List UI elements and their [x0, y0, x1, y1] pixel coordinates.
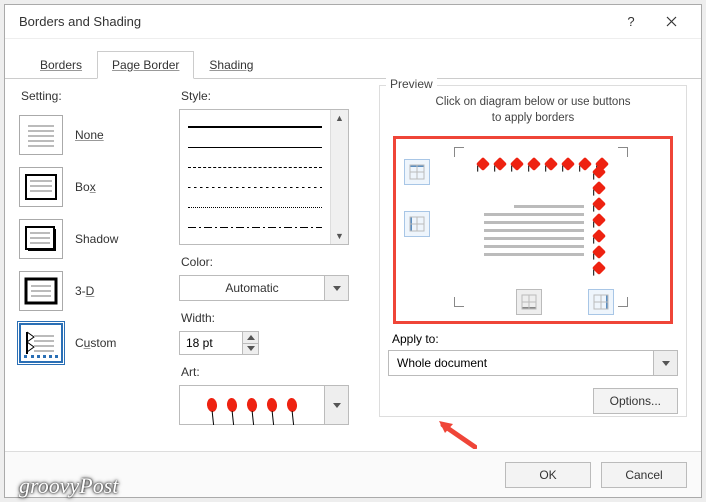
setting-label: Setting:: [21, 89, 169, 103]
close-button[interactable]: [651, 7, 691, 37]
options-button-label: Options...: [610, 394, 661, 408]
scroll-up-icon[interactable]: ▲: [334, 112, 346, 124]
tab-shading[interactable]: Shading: [194, 51, 268, 79]
color-label: Color:: [181, 255, 369, 269]
style-label: Style:: [181, 89, 369, 103]
dialog-title: Borders and Shading: [19, 14, 611, 29]
apply-to-value: Whole document: [389, 356, 653, 370]
apply-to-combo-button[interactable]: [653, 351, 677, 375]
balloon-icon: [246, 398, 257, 413]
setting-box-thumb: [19, 167, 63, 207]
width-value: 18 pt: [180, 332, 242, 354]
art-preview: [180, 386, 324, 424]
ok-button-label: OK: [539, 468, 556, 482]
setting-shadow[interactable]: Shadow: [19, 213, 169, 265]
width-label: Width:: [181, 311, 369, 325]
tabbar: Borders Page Border Shading: [5, 39, 701, 79]
preview-page-lines: [484, 205, 584, 256]
setting-3d[interactable]: 3-D: [19, 265, 169, 317]
art-combo-button[interactable]: [324, 386, 348, 424]
preview-highlight: [393, 136, 673, 324]
border-bottom-icon: [521, 294, 537, 310]
balloon-icon: [226, 398, 237, 413]
scroll-down-icon[interactable]: ▼: [334, 230, 346, 242]
style-column: Style: ▲ ▼ Co: [179, 87, 369, 447]
setting-box[interactable]: Box: [19, 161, 169, 213]
border-right-button[interactable]: [588, 289, 614, 315]
corner-marker: [616, 147, 628, 159]
corner-marker: [454, 147, 466, 159]
help-button[interactable]: ?: [611, 7, 651, 37]
preview-legend: Preview: [386, 77, 437, 91]
corner-marker: [616, 295, 628, 307]
tab-borders[interactable]: Borders: [25, 51, 97, 79]
balloon-icon: [206, 398, 217, 413]
style-option-thin[interactable]: [188, 147, 322, 148]
dialog-body: Setting: None Box Shadow: [5, 79, 701, 451]
balloon-icon: [286, 398, 297, 413]
setting-column: Setting: None Box Shadow: [19, 87, 169, 447]
style-scrollbar[interactable]: ▲ ▼: [330, 110, 348, 244]
apply-to-combo[interactable]: Whole document: [388, 350, 678, 376]
tab-page-border[interactable]: Page Border: [97, 51, 194, 79]
color-combo-button[interactable]: [324, 276, 348, 300]
art-combo[interactable]: [179, 385, 349, 425]
tab-shading-label: Shading: [209, 58, 253, 72]
borders-and-shading-dialog: Borders and Shading ? Borders Page Borde…: [4, 4, 702, 498]
style-listbox[interactable]: ▲ ▼: [179, 109, 349, 245]
art-label: Art:: [181, 365, 369, 379]
preview-column: Preview Click on diagram below or use bu…: [379, 87, 687, 447]
preview-border-right: [594, 167, 604, 273]
border-bottom-button[interactable]: [516, 289, 542, 315]
corner-marker: [454, 295, 466, 307]
style-items: [180, 110, 330, 244]
width-spinner[interactable]: 18 pt: [179, 331, 259, 355]
preview-group: Preview Click on diagram below or use bu…: [379, 85, 687, 417]
options-button[interactable]: Options...: [593, 388, 678, 414]
preview-border-top: [478, 159, 607, 169]
border-left-icon: [409, 216, 425, 232]
setting-shadow-thumb: [19, 219, 63, 259]
apply-to-label: Apply to:: [392, 332, 678, 346]
setting-custom-thumb: [19, 323, 63, 363]
cancel-button-label: Cancel: [625, 468, 662, 482]
chevron-down-icon: [333, 286, 341, 291]
style-option-solid[interactable]: [188, 126, 322, 128]
setting-3d-thumb: [19, 271, 63, 311]
style-option-dash[interactable]: [188, 167, 322, 168]
width-spin-down[interactable]: [243, 344, 258, 355]
width-spin-up[interactable]: [243, 332, 258, 344]
setting-none-label: None: [75, 128, 104, 142]
dialog-footer: OK Cancel: [5, 451, 701, 497]
titlebar: Borders and Shading ?: [5, 5, 701, 39]
ok-button[interactable]: OK: [505, 462, 591, 488]
border-top-button[interactable]: [404, 159, 430, 185]
setting-custom[interactable]: Custom: [19, 317, 169, 369]
border-right-icon: [593, 294, 609, 310]
color-value: Automatic: [180, 281, 324, 295]
color-combo[interactable]: Automatic: [179, 275, 349, 301]
setting-none-thumb: [19, 115, 63, 155]
setting-box-label: Box: [75, 180, 96, 194]
cancel-button[interactable]: Cancel: [601, 462, 687, 488]
tab-page-border-label: Page Border: [112, 58, 179, 72]
style-option-dash-fine[interactable]: [188, 187, 322, 188]
border-top-icon: [409, 164, 425, 180]
chevron-down-icon: [662, 361, 670, 366]
border-left-button[interactable]: [404, 211, 430, 237]
style-option-dot[interactable]: [188, 207, 322, 208]
setting-none[interactable]: None: [19, 109, 169, 161]
setting-shadow-label: Shadow: [75, 232, 118, 246]
close-icon: [666, 16, 677, 27]
setting-3d-label: 3-D: [75, 284, 94, 298]
setting-custom-label: Custom: [75, 336, 116, 350]
style-option-dash-dot[interactable]: [188, 227, 322, 228]
tab-borders-label: Borders: [40, 58, 82, 72]
preview-hint: Click on diagram below or use buttonsto …: [388, 94, 678, 126]
chevron-down-icon: [333, 403, 341, 408]
balloon-icon: [266, 398, 277, 413]
